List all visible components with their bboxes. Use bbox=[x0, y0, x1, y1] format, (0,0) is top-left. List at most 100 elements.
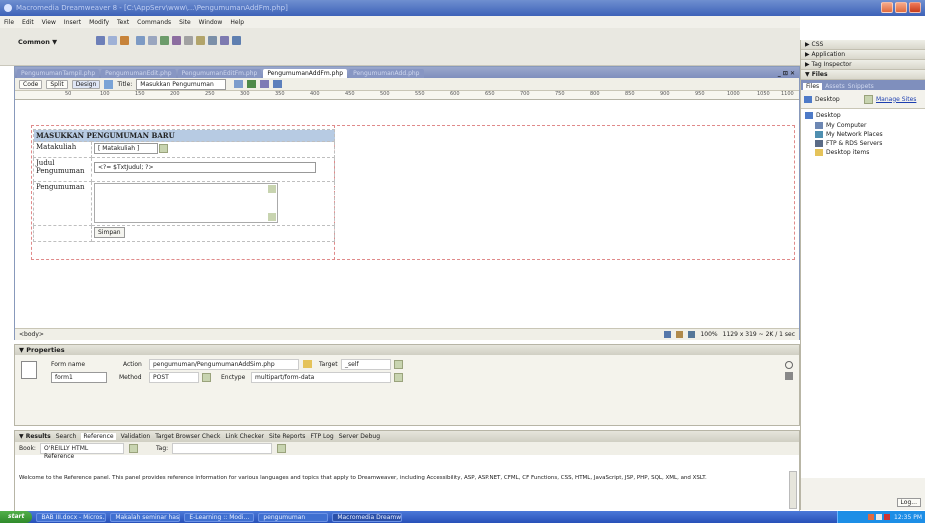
tab-assets[interactable]: Assets bbox=[825, 83, 845, 90]
tree-item-ftp[interactable]: FTP & RDS Servers bbox=[815, 140, 882, 147]
tab-pengumuman-editfm[interactable]: PengumumanEditFm.php bbox=[177, 69, 262, 78]
image-icon[interactable] bbox=[160, 36, 169, 45]
properties-title[interactable]: ▼ Properties bbox=[15, 345, 799, 355]
target-select[interactable]: _self bbox=[341, 359, 391, 370]
panel-files[interactable]: ▼ Files bbox=[801, 70, 925, 80]
layer-icon[interactable] bbox=[148, 36, 157, 45]
refresh-icon[interactable] bbox=[260, 80, 270, 88]
task-elearning[interactable]: E-Learning :: Modi... bbox=[184, 512, 255, 522]
tree-item-my-computer[interactable]: My Computer bbox=[815, 122, 866, 129]
menu-file[interactable]: File bbox=[4, 19, 14, 26]
folder-browse-icon[interactable] bbox=[303, 360, 312, 368]
dropdown-arrow-icon[interactable] bbox=[394, 360, 403, 369]
live-view-icon[interactable] bbox=[104, 79, 114, 89]
panel-css[interactable]: ▶ CSS bbox=[801, 40, 925, 50]
task-word[interactable]: BAB III.docx - Micros... bbox=[36, 512, 107, 522]
results-title[interactable]: ▼ Results bbox=[19, 433, 51, 440]
antivirus-icon[interactable] bbox=[884, 514, 890, 520]
head-icon[interactable] bbox=[208, 36, 217, 45]
method-select[interactable]: POST bbox=[149, 372, 199, 383]
tab-reference[interactable]: Reference bbox=[81, 433, 116, 440]
title-input[interactable]: Masukkan Pengumuman bbox=[136, 78, 227, 90]
document-window-controls[interactable]: _ ⊡ ✕ bbox=[778, 69, 795, 78]
pengumuman-textarea[interactable] bbox=[94, 183, 278, 223]
form-outline[interactable]: MASUKKAN PENGUMUMAN BARU Matakuliah [ Ma… bbox=[31, 125, 335, 260]
action-input[interactable]: pengumuman/PengumumanAddSim.php bbox=[149, 359, 299, 370]
tab-pengumuman-addfm[interactable]: PengumumanAddFm.php bbox=[263, 69, 348, 78]
menu-insert[interactable]: Insert bbox=[64, 19, 81, 26]
task-makalah[interactable]: Makalah seminar hasil... bbox=[110, 512, 181, 522]
code-view-button[interactable]: Code bbox=[19, 79, 43, 89]
tab-pengumuman-edit[interactable]: PengumumanEdit.php bbox=[101, 69, 176, 78]
insert-category-select[interactable]: Common ▼ bbox=[18, 38, 57, 46]
manage-sites-link[interactable]: Manage Sites bbox=[876, 96, 916, 103]
tree-item-network[interactable]: My Network Places bbox=[815, 131, 883, 138]
table-icon[interactable] bbox=[136, 36, 145, 45]
split-view-button[interactable]: Split bbox=[46, 79, 68, 89]
tab-pengumuman-tampil[interactable]: PengumumanTampil.php bbox=[17, 69, 100, 78]
tab-ftp-log[interactable]: FTP Log bbox=[310, 433, 333, 440]
menu-modify[interactable]: Modify bbox=[89, 19, 109, 26]
tree-item-desktop-items[interactable]: Desktop items bbox=[815, 149, 869, 156]
panel-tag-inspector[interactable]: ▶ Tag Inspector bbox=[801, 60, 925, 70]
simpan-button[interactable]: Simpan bbox=[94, 227, 125, 238]
menu-edit[interactable]: Edit bbox=[22, 19, 34, 26]
panel-application[interactable]: ▶ Application bbox=[801, 50, 925, 60]
matakuliah-select[interactable]: [ Matakuliah ] bbox=[94, 143, 158, 154]
tab-snippets[interactable]: Snippets bbox=[848, 83, 874, 90]
scrollbar[interactable] bbox=[789, 471, 797, 509]
tab-link-checker[interactable]: Link Checker bbox=[225, 433, 264, 440]
tag-select[interactable] bbox=[172, 443, 273, 454]
date-icon[interactable] bbox=[184, 36, 193, 45]
comment-icon[interactable] bbox=[196, 36, 205, 45]
judul-input[interactable]: <?= $TxtJudul; ?> bbox=[94, 162, 316, 173]
minimize-button[interactable] bbox=[881, 2, 893, 13]
scroll-down-icon[interactable] bbox=[268, 213, 276, 221]
scroll-up-icon[interactable] bbox=[268, 185, 276, 193]
site-select[interactable]: Desktop bbox=[815, 96, 861, 103]
help-icon[interactable] bbox=[785, 361, 793, 369]
tab-site-reports[interactable]: Site Reports bbox=[269, 433, 305, 440]
tab-search[interactable]: Search bbox=[56, 433, 77, 440]
tab-validation[interactable]: Validation bbox=[121, 433, 151, 440]
tree-item-desktop[interactable]: Desktop bbox=[805, 112, 841, 119]
select-tool-icon[interactable] bbox=[664, 331, 672, 338]
design-view-button[interactable]: Design bbox=[71, 79, 101, 89]
menu-view[interactable]: View bbox=[42, 19, 56, 26]
dropdown-arrow-icon[interactable] bbox=[202, 373, 211, 382]
form-name-input[interactable]: form1 bbox=[51, 372, 107, 383]
dropdown-arrow-icon[interactable] bbox=[128, 444, 138, 453]
task-dreamweaver[interactable]: Macromedia Dreamw... bbox=[332, 512, 403, 522]
menu-site[interactable]: Site bbox=[179, 19, 191, 26]
enctype-select[interactable]: multipart/form-data bbox=[251, 372, 391, 383]
close-button[interactable] bbox=[909, 2, 921, 13]
file-management-icon[interactable] bbox=[234, 80, 244, 88]
menu-text[interactable]: Text bbox=[117, 19, 129, 26]
tab-target-browser-check[interactable]: Target Browser Check bbox=[155, 433, 220, 440]
volume-icon[interactable] bbox=[876, 514, 882, 520]
tag-chooser-icon[interactable] bbox=[232, 36, 241, 45]
tab-pengumuman-add[interactable]: PengumumanAdd.php bbox=[349, 69, 424, 78]
log-button[interactable]: Log... bbox=[896, 498, 921, 507]
zoom-tool-icon[interactable] bbox=[688, 331, 696, 338]
tab-files[interactable]: Files bbox=[803, 83, 823, 90]
maximize-button[interactable] bbox=[895, 2, 907, 13]
book-select[interactable]: O'REILLY HTML Reference bbox=[39, 443, 124, 460]
menu-commands[interactable]: Commands bbox=[137, 19, 171, 26]
email-icon[interactable] bbox=[108, 36, 117, 45]
tag-selector[interactable]: <body> bbox=[19, 331, 44, 338]
tab-server-debug[interactable]: Server Debug bbox=[339, 433, 380, 440]
zoom-level[interactable]: 100% bbox=[700, 331, 717, 338]
start-button[interactable]: start bbox=[0, 511, 33, 523]
dropdown-arrow-icon[interactable] bbox=[277, 444, 287, 453]
anchor-icon[interactable] bbox=[120, 36, 129, 45]
preview-icon[interactable] bbox=[247, 80, 257, 88]
template-icon[interactable] bbox=[220, 36, 229, 45]
view-options-icon[interactable] bbox=[273, 80, 283, 88]
hyperlink-icon[interactable] bbox=[96, 36, 105, 45]
menu-help[interactable]: Help bbox=[230, 19, 244, 26]
window-size[interactable]: 1129 x 319 ~ 2K / 1 sec bbox=[723, 331, 795, 338]
task-pengumuman[interactable]: pengumuman bbox=[258, 512, 329, 522]
design-canvas[interactable]: MASUKKAN PENGUMUMAN BARU Matakuliah [ Ma… bbox=[15, 100, 799, 328]
dropdown-arrow-icon[interactable] bbox=[159, 143, 168, 153]
